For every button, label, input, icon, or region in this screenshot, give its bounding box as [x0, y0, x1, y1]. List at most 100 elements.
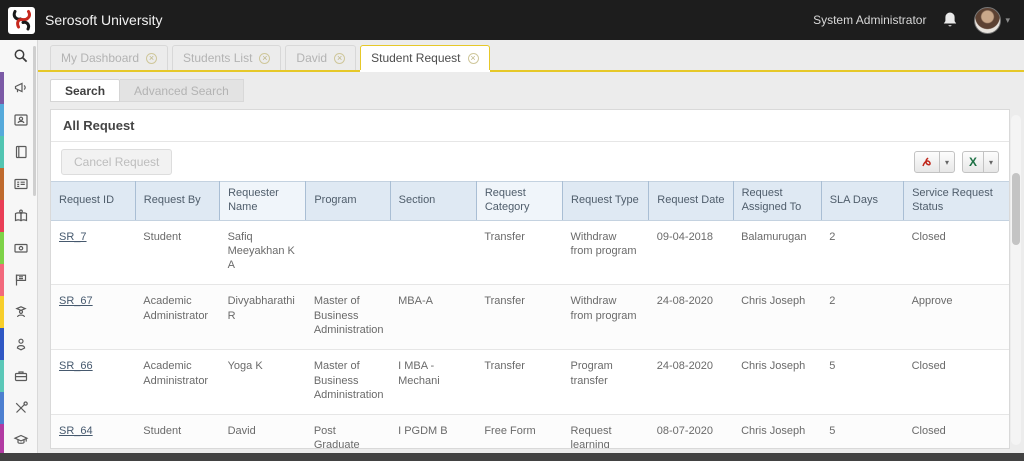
- table-cell: Transfer: [476, 220, 563, 286]
- money-icon: [13, 243, 28, 253]
- sidebar-scrollbar[interactable]: [33, 46, 36, 196]
- sidebar: [0, 40, 38, 461]
- sidebar-item-placements[interactable]: [0, 360, 37, 392]
- table-cell: 2: [821, 220, 904, 286]
- chevron-down-icon[interactable]: ▾: [984, 152, 998, 172]
- serosoft-logo-icon: [8, 6, 35, 34]
- flag-icon: [15, 274, 26, 286]
- vertical-scrollbar[interactable]: [1011, 115, 1021, 445]
- column-header[interactable]: Request Assigned To: [733, 181, 822, 221]
- column-header[interactable]: Request Category: [476, 181, 564, 221]
- notifications-bell-icon[interactable]: [942, 11, 958, 29]
- sidebar-item-fees[interactable]: [0, 232, 37, 264]
- sidebar-item-academics[interactable]: [0, 424, 37, 456]
- table-row[interactable]: SR_7 Student Safiq Meeyakhan K A Transfer Wi…: [51, 220, 1009, 286]
- table-cell: Free Form: [476, 414, 563, 448]
- table-cell: Chris Joseph: [733, 349, 822, 416]
- table-cell: MBA-A: [390, 284, 477, 351]
- sidebar-item-announcements[interactable]: [0, 72, 37, 104]
- excel-icon: X: [963, 152, 984, 172]
- table-cell: 5: [821, 414, 904, 448]
- exam-card-icon: [13, 178, 28, 190]
- table-cell: Chris Joseph: [733, 414, 822, 448]
- horizontal-scrollbar[interactable]: [0, 453, 1024, 461]
- table-cell: 24-08-2020: [648, 349, 734, 416]
- pdf-icon: [915, 152, 940, 172]
- top-header: Serosoft University System Administrator…: [0, 0, 1024, 40]
- table-cell: Chris Joseph: [733, 284, 822, 351]
- main-content: My Dashboard × Students List × David × S…: [38, 40, 1024, 461]
- table-cell: 5: [821, 349, 904, 416]
- sidebar-item-settings[interactable]: [0, 392, 37, 424]
- tab-label: My Dashboard: [61, 51, 140, 65]
- table-cell: Request learning solutions: [562, 414, 649, 448]
- table-cell: [390, 220, 477, 286]
- chevron-down-icon[interactable]: ▾: [940, 152, 954, 172]
- column-header[interactable]: Request ID: [51, 181, 136, 221]
- table-cell: David: [219, 414, 306, 448]
- sidebar-item-student-id[interactable]: [0, 104, 37, 136]
- request-id-link[interactable]: SR_66: [59, 360, 93, 372]
- table-cell: Approve: [903, 284, 1009, 351]
- export-pdf-button[interactable]: ▾: [913, 151, 955, 173]
- table-row[interactable]: SR_67 Academic Administrator Divyabharathi…: [51, 284, 1009, 351]
- table-cell: Balamurugan: [733, 220, 822, 286]
- column-header[interactable]: Request Date: [648, 181, 734, 221]
- column-header[interactable]: Request Type: [562, 181, 650, 221]
- table-row[interactable]: SR_66 Academic Administrator Yoga K Master …: [51, 349, 1009, 416]
- tab-students-list[interactable]: Students List ×: [172, 45, 282, 70]
- table-cell: 08-07-2020: [648, 414, 734, 448]
- sidebar-item-courses[interactable]: [0, 136, 37, 168]
- column-header[interactable]: Request By: [135, 181, 221, 221]
- close-icon[interactable]: ×: [259, 52, 271, 64]
- tab-advanced-search[interactable]: Advanced Search: [120, 79, 244, 102]
- table-header-row: Request ID Request By Requester Name Progra…: [51, 181, 1009, 221]
- table-cell: Closed: [903, 414, 1009, 448]
- avatar[interactable]: [974, 6, 1002, 34]
- sidebar-item-library[interactable]: [0, 200, 37, 232]
- table-cell: Master of Business Administration: [305, 284, 391, 351]
- column-header[interactable]: Section: [390, 181, 477, 221]
- table-cell: Withdraw from program: [562, 284, 649, 351]
- tab-david[interactable]: David ×: [285, 45, 357, 70]
- request-id-link[interactable]: SR_64: [59, 425, 93, 437]
- column-header[interactable]: SLA Days: [821, 181, 905, 221]
- table-cell: Master of Business Administration: [305, 349, 391, 416]
- table-cell: Safiq Meeyakhan K A: [219, 220, 306, 286]
- request-table-body: SR_7 Student Safiq Meeyakhan K A Transfer Wi…: [51, 220, 1009, 448]
- sidebar-item-reports[interactable]: [0, 264, 37, 296]
- request-id-link[interactable]: SR_67: [59, 295, 93, 307]
- sidebar-item-search[interactable]: [0, 40, 37, 72]
- request-id-link[interactable]: SR_7: [59, 231, 87, 243]
- table-cell: Divyabharathi R: [219, 284, 306, 351]
- search-icon: [14, 49, 27, 63]
- vertical-scrollbar-thumb[interactable]: [1012, 173, 1020, 245]
- user-role-label: System Administrator: [813, 13, 927, 27]
- table-cell: Student: [135, 220, 220, 286]
- close-icon[interactable]: ×: [146, 52, 158, 64]
- tab-search[interactable]: Search: [50, 79, 121, 102]
- tab-label: David: [296, 51, 328, 65]
- table-cell: I PGDM B: [390, 414, 477, 448]
- table-row[interactable]: SR_64 StudentDavidPost Graduate Diploma i…: [51, 414, 1009, 448]
- tab-my-dashboard[interactable]: My Dashboard ×: [50, 45, 169, 70]
- sidebar-item-exams[interactable]: [0, 168, 37, 200]
- tab-label: Students List: [183, 51, 253, 65]
- export-excel-button[interactable]: X ▾: [961, 151, 999, 173]
- user-menu[interactable]: ▾: [974, 6, 1010, 34]
- table-cell: Withdraw from program: [562, 220, 649, 286]
- table-cell: Post Graduate Diploma in Management: [305, 414, 391, 448]
- sidebar-item-alumni[interactable]: [0, 296, 37, 328]
- tab-student-request[interactable]: Student Request ×: [360, 45, 490, 70]
- tools-icon: [15, 401, 28, 413]
- column-header[interactable]: Service Request Status: [903, 181, 1009, 221]
- app-title: Serosoft University: [45, 12, 163, 28]
- column-header[interactable]: Program: [305, 181, 391, 221]
- graduation-cap-icon: [13, 434, 28, 444]
- column-header[interactable]: Requester Name: [219, 181, 307, 221]
- close-icon[interactable]: ×: [334, 52, 346, 64]
- close-icon[interactable]: ×: [467, 52, 479, 64]
- id-card-icon: [13, 114, 28, 126]
- sidebar-item-contacts[interactable]: [0, 328, 37, 360]
- cancel-request-button[interactable]: Cancel Request: [61, 149, 173, 175]
